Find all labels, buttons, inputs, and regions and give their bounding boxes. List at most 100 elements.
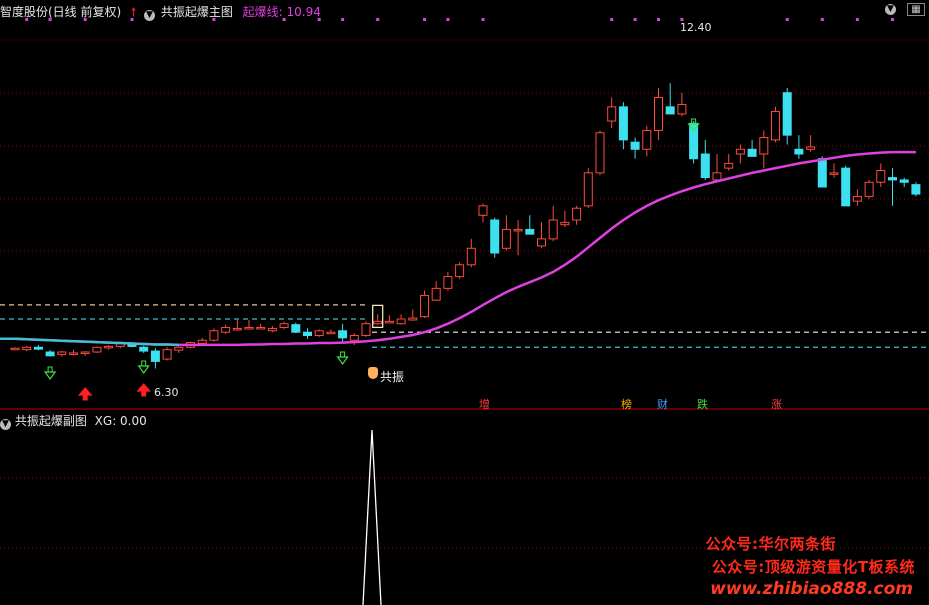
watermark-url: www.zhibiao888.com	[710, 579, 913, 599]
candle-body	[455, 264, 465, 278]
tag-cai: 财	[657, 398, 668, 411]
candle-body	[782, 92, 792, 136]
candle-body	[794, 148, 804, 155]
candle-body	[408, 317, 418, 321]
candle-body	[244, 326, 254, 330]
candle-body	[256, 326, 266, 330]
indicator-line	[14, 150, 916, 347]
candle-body	[583, 172, 593, 207]
candle-body	[747, 148, 757, 157]
signal-dot	[423, 18, 426, 21]
signal-dot	[820, 18, 824, 21]
buy-arrow-icon-stem	[47, 366, 53, 373]
candle-body	[478, 205, 488, 216]
tag-bang: 榜	[621, 398, 632, 411]
signal-label: 共振	[380, 370, 405, 384]
candle-body	[326, 331, 336, 335]
markers	[25, 18, 894, 401]
candle-body	[642, 129, 652, 150]
tag-zhang: 涨	[771, 398, 782, 411]
watermark-line-1: 公众号:华尔两条街	[705, 535, 836, 553]
candle-body	[607, 106, 617, 122]
collapse-icon[interactable]: ▼	[144, 10, 155, 21]
buy-arrow-icon	[137, 365, 150, 375]
candles	[10, 83, 921, 369]
candle-body	[771, 111, 780, 141]
candle-body	[829, 172, 839, 175]
signal-dot	[341, 18, 345, 21]
candle-body	[127, 344, 137, 347]
signal-dot	[855, 18, 859, 21]
candle-body	[490, 219, 500, 254]
indicator-line-label: 起爆线: 10.94	[242, 5, 321, 19]
sub-panel-title[interactable]: 共振起爆副图	[15, 414, 87, 428]
signal-dot	[785, 18, 789, 21]
signal-dot	[610, 18, 614, 21]
window-toggle-icon[interactable]: ▦	[907, 3, 925, 16]
candle-body	[513, 228, 523, 232]
signal-dot	[891, 18, 894, 21]
high-price-label: 12.40	[680, 21, 712, 34]
candle-body	[221, 326, 231, 333]
candle-body	[209, 330, 219, 341]
candle-body	[759, 137, 769, 155]
candle-body	[864, 181, 874, 197]
candle-body	[817, 158, 827, 188]
sell-arrow-icon-stem	[141, 390, 147, 397]
xg-value-label: XG: 0.00	[94, 414, 147, 428]
candle-body	[22, 346, 32, 351]
candle-body	[197, 339, 207, 345]
candle-body	[431, 287, 441, 301]
candle-body	[560, 221, 570, 226]
watermark-line-2: 公众号:顶级游资量化T板系统	[711, 558, 915, 576]
signal-dot	[446, 18, 450, 21]
indicator-line-cyan	[0, 337, 179, 347]
candle-body	[665, 106, 675, 115]
tag-die: 跌	[697, 398, 708, 411]
candle-body	[466, 247, 476, 266]
candle-body	[700, 153, 710, 179]
signal-dot	[657, 18, 660, 21]
candle-body	[104, 345, 114, 349]
candle-body	[806, 146, 816, 150]
stock-title: 智度股份(日线 前复权)	[0, 5, 122, 19]
candle-body	[303, 331, 312, 337]
candle-body	[443, 276, 453, 289]
candle-body	[572, 207, 582, 221]
indicator-name[interactable]: 共振起爆主图	[161, 5, 233, 19]
sub-collapse-icon[interactable]: ▼	[0, 419, 11, 430]
candle-body	[92, 346, 102, 353]
candle-body	[150, 350, 160, 362]
candle-body	[735, 148, 745, 155]
tag-zeng: 增	[479, 398, 490, 411]
candle-body	[10, 347, 20, 351]
candle-body	[80, 351, 90, 354]
candle-body	[501, 228, 511, 249]
hand-pointer-icon	[368, 367, 378, 379]
candle-body	[548, 219, 558, 240]
candle-body	[841, 167, 851, 207]
candle-body	[291, 324, 301, 333]
grid-lines	[0, 39, 929, 252]
candle-body	[139, 346, 149, 352]
candle-body	[618, 106, 628, 141]
signal-dot	[633, 18, 637, 21]
candle-body	[654, 96, 663, 131]
candle-body	[420, 294, 429, 318]
buy-arrow-icon-stem	[340, 351, 346, 358]
buy-arrow-icon	[43, 371, 57, 381]
candle-body	[712, 172, 722, 181]
sell-arrow-icon	[77, 387, 93, 396]
sell-arrow-icon-stem	[82, 394, 88, 401]
candle-body	[876, 170, 886, 183]
signal-dot	[481, 18, 485, 21]
chart-header: 智度股份(日线 前复权) 🠕 ▼ 共振起爆主图 起爆线: 10.94	[0, 3, 321, 21]
xg-spike-line	[362, 429, 382, 605]
candle-body	[689, 122, 699, 160]
candle-body	[888, 177, 897, 181]
candle-body	[338, 330, 348, 339]
settings-icon[interactable]: ▼	[885, 4, 896, 15]
candle-body	[724, 162, 734, 169]
candle-body	[537, 238, 546, 247]
buy-arrow-icon-stem	[141, 360, 147, 367]
